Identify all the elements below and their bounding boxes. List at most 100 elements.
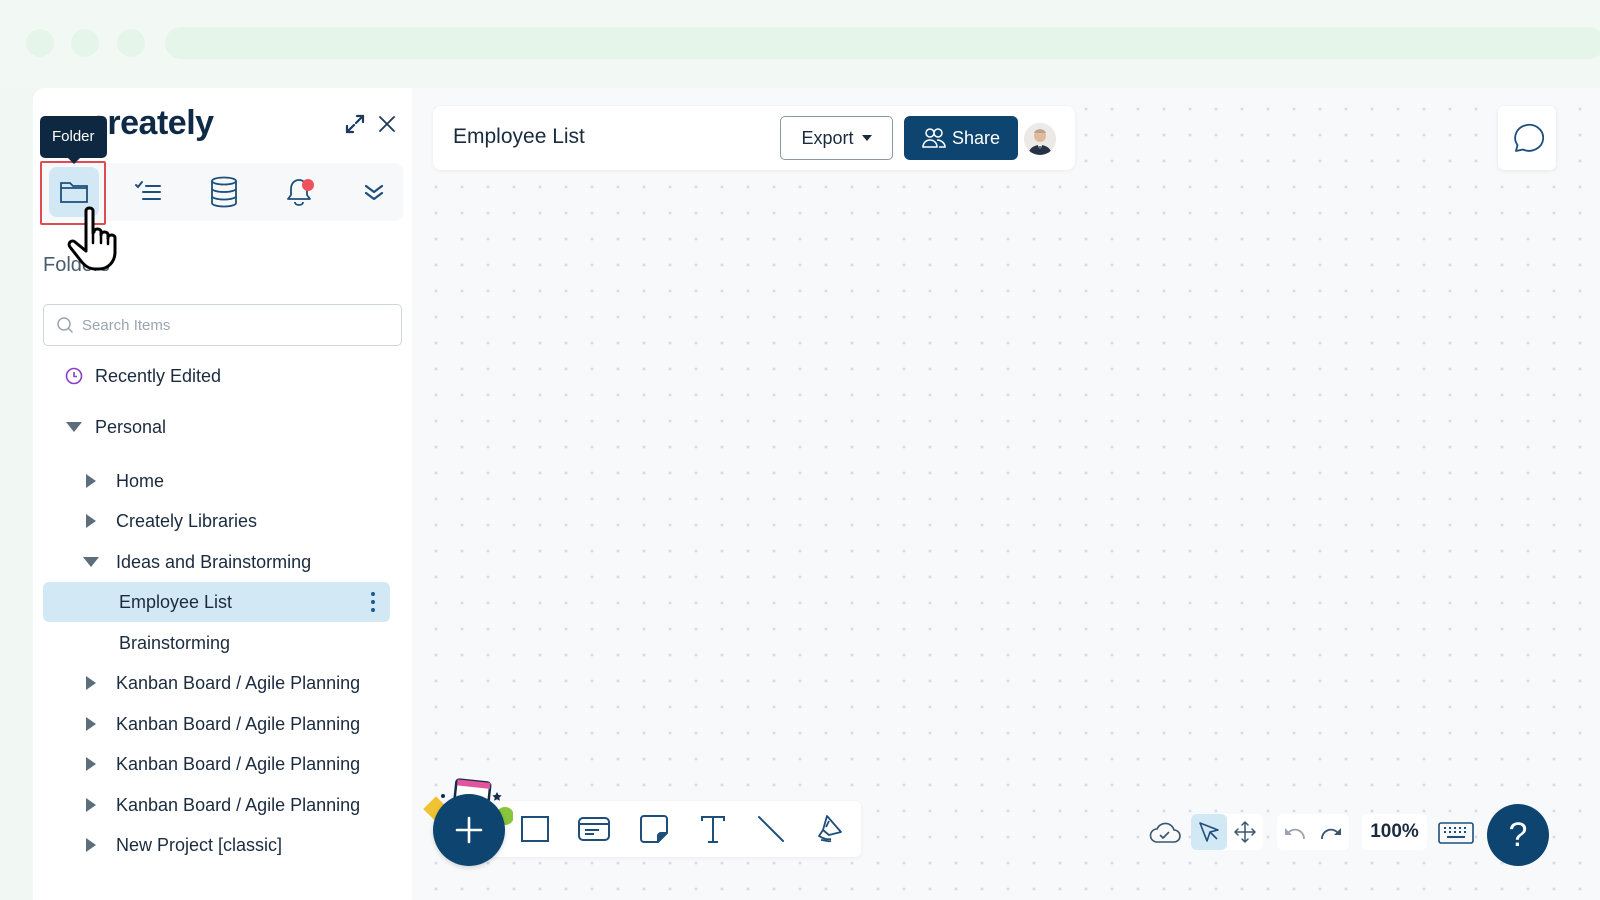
user-avatar[interactable] [1024,123,1056,155]
tree-item-personal[interactable]: Personal [63,407,166,447]
redo-icon [1321,828,1341,840]
double-chevron-down-icon [364,184,384,201]
card-icon [578,817,610,841]
tree-item-kanban-board[interactable]: Kanban Board / Agile Planning [80,785,360,825]
comments-button[interactable] [1498,106,1556,170]
text-tool[interactable] [693,811,733,847]
logo-text: creately [89,103,214,142]
caret-right-icon [80,676,102,690]
tree-item-label: Kanban Board / Agile Planning [116,753,361,774]
tree-item-home[interactable]: Home [80,461,164,501]
tab-notifications[interactable] [274,167,324,217]
tab-folder[interactable] [49,167,99,217]
browser-chrome [0,0,1600,88]
dropdown-caret-icon [861,135,872,141]
rectangle-tool[interactable] [515,811,555,847]
folder-icon [60,182,88,203]
line-tool[interactable] [751,811,791,847]
saved-status [1148,820,1182,849]
database-icon [211,176,237,208]
tree-item-label: Ideas and Brainstorming [116,551,312,572]
export-label: Export [801,127,854,148]
window-dot [117,29,145,57]
document-title[interactable]: Employee List [453,125,585,149]
card-tool[interactable] [574,811,614,847]
shape-toolbar [483,801,861,857]
tab-more[interactable] [349,167,399,217]
app-window: creately Folder Folders Search Items Rec… [33,88,1600,900]
caret-down-icon [63,422,85,432]
expand-icon[interactable] [343,112,367,136]
pointer-icon [1199,822,1219,842]
tree-item-label: Kanban Board / Agile Planning [116,794,361,815]
document-header: Employee List Export Share [433,106,1075,170]
keyboard-shortcuts-button[interactable] [1438,821,1474,850]
canvas-mode-group [1191,814,1263,850]
zoom-level[interactable]: 100% [1362,814,1427,850]
notification-badge [302,179,314,191]
search-icon [57,317,74,334]
folders-heading: Folders [43,254,110,276]
tree-item-label: Creately Libraries [116,510,258,531]
undo-icon [1285,828,1305,840]
redo-button[interactable] [1313,814,1349,850]
search-box [43,304,402,346]
undo-button[interactable] [1277,814,1313,850]
address-bar[interactable] [165,27,1600,59]
share-label: Share [951,127,1001,148]
caret-right-icon [80,514,102,528]
sidebar-tabbar [41,163,403,221]
tree-item-creately-libraries[interactable]: Creately Libraries [80,501,257,541]
share-button[interactable]: Share [904,116,1018,160]
select-mode-button[interactable] [1191,814,1227,850]
window-dot [71,29,99,57]
move-icon [1234,821,1256,843]
pan-mode-button[interactable] [1227,814,1263,850]
tree-item-label: Brainstorming [119,632,231,653]
clock-icon [63,366,85,386]
more-options-icon[interactable] [370,592,376,612]
tree-item-recently-edited[interactable]: Recently Edited [63,356,221,396]
tree-item-label: Employee List [119,591,233,612]
tree-item-label: Recently Edited [95,365,222,386]
users-icon [922,128,946,148]
tree-item-brainstorming[interactable]: Brainstorming [119,623,230,663]
text-icon [701,816,725,843]
keyboard-icon [1438,822,1474,844]
sidebar: creately Folder Folders Search Items Rec… [33,88,412,900]
close-icon[interactable] [375,112,399,136]
checklist-icon [135,181,161,200]
tree-item-label: Home [116,470,165,491]
line-icon [758,816,784,842]
tree-item-kanban-board[interactable]: Kanban Board / Agile Planning [80,744,360,784]
add-shape-button[interactable] [433,794,505,866]
tree-item-ideas-and-brainstorming[interactable]: Ideas and Brainstorming [80,542,311,582]
diagram-canvas[interactable] [415,88,1600,900]
rectangle-icon [521,816,549,842]
caret-down-icon [80,557,102,567]
help-button[interactable]: ? [1487,804,1549,866]
comment-icon [1514,123,1544,152]
caret-right-icon [80,798,102,812]
sticky-note-tool[interactable] [634,811,674,847]
folder-tooltip: Folder [40,116,107,164]
tab-tasks[interactable] [124,167,174,217]
tree-item-label: New Project [classic] [116,834,283,855]
pen-tool[interactable] [810,811,850,847]
tree-item-label: Kanban Board / Agile Planning [116,713,361,734]
tree-item-label: Kanban Board / Agile Planning [116,672,361,693]
tree-item-new-project[interactable]: New Project [classic] [80,825,282,865]
plus-icon [455,816,483,844]
tree-item-employee-list[interactable]: Employee List [43,582,390,622]
export-button[interactable]: Export [780,116,893,160]
tree-item-kanban-board[interactable]: Kanban Board / Agile Planning [80,704,360,744]
tab-database[interactable] [199,167,249,217]
caret-right-icon [80,474,102,488]
sticky-note-icon [640,815,668,843]
tree-item-kanban-board[interactable]: Kanban Board / Agile Planning [80,663,360,703]
pen-icon [818,815,842,843]
cloud-check-icon [1149,822,1181,843]
history-group [1277,814,1349,850]
window-dot [26,29,54,57]
search-input[interactable] [82,316,382,334]
